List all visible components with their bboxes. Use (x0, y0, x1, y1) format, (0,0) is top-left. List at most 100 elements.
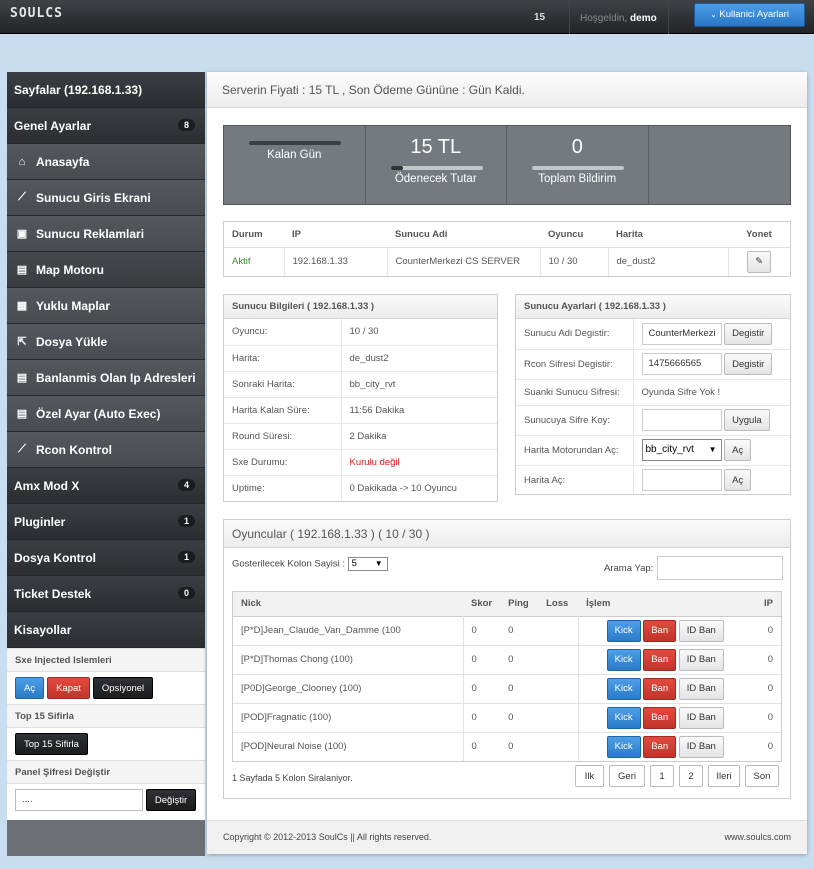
sidebar-item-yuklu-maplar[interactable]: ▦ Yuklu Maplar (7, 288, 205, 324)
ban-button[interactable]: Ban (643, 735, 677, 758)
chart-icon: ⟋ (18, 443, 26, 455)
info-row: Sxe Durumu: Kurulu değil (224, 449, 497, 476)
columns-select[interactable]: 5 (347, 557, 388, 571)
sxe-status: Kurulu değil (341, 449, 497, 476)
sxe-options-button[interactable]: Opsiyonel (92, 677, 154, 699)
player-nick: [POD]Fragnatic (100) (233, 703, 464, 732)
change-rcon-button[interactable]: Degistir (724, 353, 773, 375)
sidebar-item-rcon[interactable]: ⟋ Rcon Kontrol (7, 432, 205, 468)
open-map-button[interactable]: Aç (724, 469, 752, 492)
document-icon: ▤ (16, 408, 28, 420)
table-row: [POD]Neural Noise (100) 00 Kick Ban ID B… (233, 732, 781, 761)
server-info-title: Sunucu Bilgileri ( 192.168.1.33 ) (224, 295, 497, 319)
change-name-button[interactable]: Degistir (724, 322, 773, 345)
id-ban-button[interactable]: ID Ban (678, 619, 724, 642)
panel-password-input[interactable]: .... (15, 789, 143, 811)
page-last-button[interactable]: Son (745, 765, 779, 787)
divider (569, 0, 570, 34)
page-1-button[interactable]: 1 (650, 765, 674, 787)
page-header: Serverin Fiyati : 15 TL , Son Ödeme Günü… (207, 72, 807, 108)
sxe-open-button[interactable]: Aç (15, 677, 45, 699)
kick-button[interactable]: Kick (606, 648, 641, 671)
sidebar-item-map-motoru[interactable]: ▤ Map Motoru (7, 252, 205, 288)
progress-bar (249, 141, 341, 145)
change-password-button[interactable]: Değiştir (146, 789, 196, 811)
server-settings-panel: Sunucu Ayarlari ( 192.168.1.33 ) Sunucu … (515, 294, 791, 495)
page-prev-button[interactable]: Geri (609, 765, 645, 787)
footer-link[interactable]: www.soulcs.com (724, 821, 791, 853)
ban-button[interactable]: Ban (643, 619, 677, 642)
chevron-down-icon: ⌄ (710, 10, 717, 19)
sidebar-item-dosya-yukle[interactable]: ⇱ Dosya Yükle (7, 324, 205, 360)
table-row: Aktif 192.168.1.33 CounterMerkezi CS SER… (224, 247, 790, 276)
ban-button[interactable]: Ban (643, 677, 677, 700)
id-ban-button[interactable]: ID Ban (678, 648, 724, 671)
kick-button[interactable]: Kick (606, 619, 641, 642)
page-2-button[interactable]: 2 (679, 765, 703, 787)
search-input[interactable] (657, 556, 783, 580)
count-badge: 1 (177, 515, 195, 527)
sidebar-group-amx[interactable]: Amx Mod X4 (7, 468, 205, 504)
kick-button[interactable]: Kick (606, 706, 641, 729)
info-row: Harita Kalan Süre: 11:56 Dakika (224, 397, 497, 424)
sidebar-item-reklamlar[interactable]: ▣ Sunucu Reklamlari (7, 216, 205, 252)
sxe-close-button[interactable]: Kapat (47, 677, 90, 699)
top15-reset-button[interactable]: Top 15 Sifirla (15, 733, 88, 755)
logo[interactable]: SOULCS (10, 6, 63, 21)
columns-label: Gosterilecek Kolon Sayisi : 5 (232, 557, 388, 571)
player-nick: [P0D]George_Clooney (100) (233, 674, 464, 703)
id-ban-button[interactable]: ID Ban (678, 677, 724, 700)
col-header: Oyuncu (548, 228, 584, 240)
player-nick: [P*D]Jean_Claude_Van_Damme (100 (233, 616, 464, 645)
info-row: Oyuncu: 10 / 30 (224, 319, 497, 346)
server-password-input[interactable] (641, 408, 722, 431)
stats-panel: Kalan Gün 15 TL Ödenecek Tutar 0 Toplam … (223, 125, 791, 205)
map-name-input[interactable] (641, 469, 722, 492)
upload-icon: ⇱ (17, 336, 27, 348)
ban-button[interactable]: Ban (643, 706, 677, 729)
sidebar-group-genel-ayarlar[interactable]: Genel Ayarlar 8 (7, 108, 205, 144)
search-label: Arama Yap: (604, 563, 654, 574)
server-info-panel: Sunucu Bilgileri ( 192.168.1.33 ) Oyuncu… (223, 294, 498, 502)
id-ban-button[interactable]: ID Ban (678, 706, 724, 729)
kick-button[interactable]: Kick (606, 735, 641, 758)
col-header: Sunucu Adi (395, 228, 448, 240)
col-header: Yonet (746, 228, 772, 240)
sidebar-item-anasayfa[interactable]: ⌂ Anasayfa (7, 144, 205, 180)
rcon-input[interactable]: 1475666565 (641, 352, 722, 375)
col-header: Nick (241, 598, 262, 610)
stat-days-left: Kalan Gün (224, 126, 366, 204)
sidebar-group-pluginler[interactable]: Pluginler 1 (7, 504, 205, 540)
top15-title: Top 15 Sifirla (7, 704, 205, 728)
grid-icon: ▦ (16, 300, 28, 312)
sidebar-item-banlanmis-ip[interactable]: ▤ Banlanmis Olan Ip Adresleri (7, 360, 205, 396)
sidebar: Sayfalar (192.168.1.33) Genel Ayarlar 8 ⌂… (7, 72, 205, 856)
ban-button[interactable]: Ban (643, 648, 677, 671)
sidebar-item-sunucu-giris[interactable]: ⟋ Sunucu Giris Ekrani (7, 180, 205, 216)
server-name-input[interactable]: CounterMerkezi (641, 322, 722, 345)
sidebar-group-ticket[interactable]: Ticket Destek 0 (7, 576, 205, 612)
player-nick: [POD]Neural Noise (100) (233, 732, 464, 761)
sxe-title: Sxe Injected Islemleri (7, 648, 205, 672)
server-status: Aktif (232, 256, 251, 268)
page-first-button[interactable]: Ilk (575, 765, 604, 787)
user-settings-button[interactable]: ⌄ Kullanici Ayarlari (694, 3, 805, 27)
info-row: Round Süresi: 2 Dakika (224, 423, 497, 450)
apply-password-button[interactable]: Uygula (724, 409, 770, 431)
info-row: Uptime: 0 Dakikada -> 10 Oyuncu (224, 475, 497, 501)
id-ban-button[interactable]: ID Ban (678, 735, 724, 758)
username: demo (630, 13, 657, 24)
table-row: [POD]Fragnatic (100) 00 Kick Ban ID Ban … (233, 703, 781, 732)
sidebar-group-dosya-kontrol[interactable]: Dosya Kontrol 1 (7, 540, 205, 576)
footer: Copyright © 2012-2013 SoulCs || All righ… (207, 820, 807, 854)
server-table: Durum IP Sunucu Adi Oyuncu Harita Yonet … (223, 221, 791, 277)
col-header: Loss (546, 598, 569, 610)
notification-count[interactable]: 15 (534, 12, 545, 23)
count-badge: 8 (177, 119, 195, 131)
edit-icon[interactable]: ✎ (747, 250, 772, 273)
open-map-motor-button[interactable]: Aç (724, 439, 752, 461)
page-next-button[interactable]: Ileri (708, 765, 740, 787)
kick-button[interactable]: Kick (606, 677, 641, 700)
map-motor-select[interactable]: bb_city_rvt (641, 438, 722, 461)
sidebar-item-ozel-ayar[interactable]: ▤ Özel Ayar (Auto Exec) (7, 396, 205, 432)
